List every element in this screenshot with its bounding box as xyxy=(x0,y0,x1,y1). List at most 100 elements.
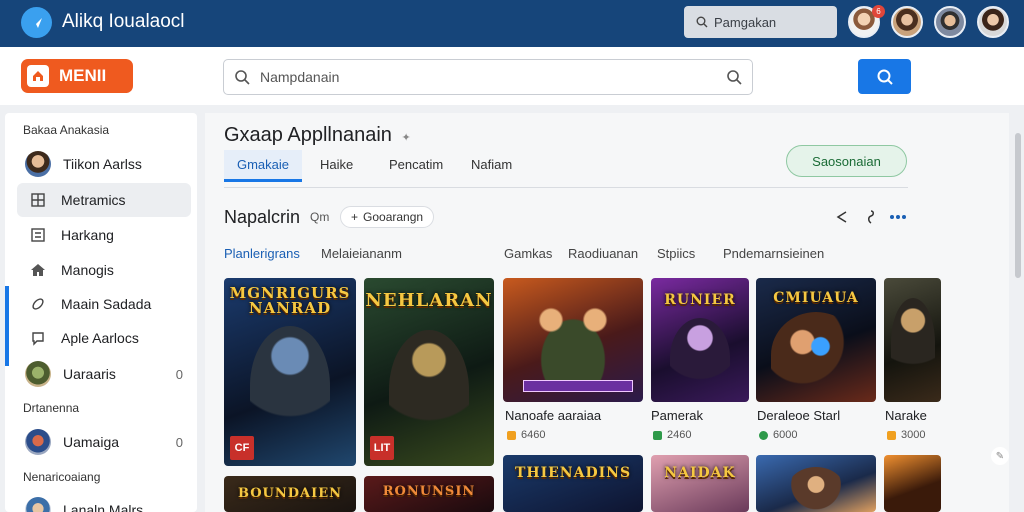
filter-raodiuanan[interactable]: Raodiuanan xyxy=(568,246,638,261)
menu-button[interactable]: MENII xyxy=(21,59,133,93)
game-card[interactable] xyxy=(756,455,876,512)
game-ribbon xyxy=(523,380,633,392)
game-title[interactable]: Narake xyxy=(885,408,927,423)
edit-icon[interactable]: ✎ xyxy=(991,447,1009,465)
game-badge: LIT xyxy=(370,436,394,460)
star-icon xyxy=(887,430,896,440)
header-bar: MENII Nampdanain xyxy=(0,47,1024,105)
game-cover-title: NAIDAK xyxy=(664,465,736,481)
game-rating: 6460 xyxy=(507,429,545,441)
game-card[interactable]: THIENADINS xyxy=(503,455,643,512)
dropdown-icon[interactable]: ✦ xyxy=(401,132,410,144)
sidebar-item-label: Tiikon Aarlss xyxy=(63,156,142,172)
section-title: Napalcrin xyxy=(224,207,301,227)
game-card[interactable] xyxy=(884,278,941,402)
game-card[interactable]: NAIDAK xyxy=(651,455,749,512)
main-search-input[interactable]: Nampdanain xyxy=(223,59,753,95)
top-search-field[interactable]: Pamgakan xyxy=(684,6,837,38)
game-card[interactable]: NEHLARAN LIT xyxy=(364,278,494,466)
sidebar-item-label: Harkang xyxy=(61,227,114,243)
sidebar-item-maain-sadada[interactable]: Maain Sadada xyxy=(17,287,191,321)
suggest-button[interactable]: Saosonaian xyxy=(786,145,907,177)
game-card[interactable] xyxy=(503,278,643,402)
sidebar-item-label: Metramics xyxy=(61,192,126,208)
game-cover-title: NEHLARAN xyxy=(365,290,493,311)
sidebar: Bakaa Anakasia Tiikon Aarlss Metramics H… xyxy=(5,113,197,512)
filter-melaieiananm[interactable]: Melaieiananm xyxy=(321,246,402,261)
filter-gamkas[interactable]: Gamkas xyxy=(504,246,552,261)
game-rating: 6000 xyxy=(759,429,797,441)
tab-haike[interactable]: Haike xyxy=(320,157,353,172)
star-icon xyxy=(653,430,662,440)
game-cover-title: RUNIER xyxy=(664,292,736,308)
sidebar-item-metramics[interactable]: Metramics xyxy=(17,183,191,217)
game-cover-title: RONUNSIN xyxy=(382,484,476,499)
sidebar-item-label: Aple Aarlocs xyxy=(61,330,139,346)
game-art xyxy=(670,318,730,398)
search-placeholder: Nampdanain xyxy=(260,69,340,85)
sidebar-item-label: Lanaln Malrs xyxy=(63,502,144,512)
user-avatar[interactable] xyxy=(977,6,1009,38)
sidebar-item-label: Uaraaris xyxy=(63,366,116,382)
page-title-text: Gxaap Appllnanain xyxy=(224,124,392,146)
user-avatar[interactable] xyxy=(891,6,923,38)
filter-pndemarnsieinen[interactable]: Pndemarnsieinen xyxy=(723,246,824,261)
filter-stpiics[interactable]: Stpiics xyxy=(657,246,695,261)
tabs-divider xyxy=(224,187,908,188)
game-badge: CF xyxy=(230,436,254,460)
sidebar-accent xyxy=(5,286,9,366)
game-rating-value: 2460 xyxy=(667,429,692,441)
sidebar-item-profile[interactable]: Tiikon Aarlss xyxy=(17,147,191,181)
sidebar-item-aple-aarlocs[interactable]: Aple Aarlocs xyxy=(17,321,191,355)
scrollbar[interactable] xyxy=(1015,133,1021,278)
home-icon xyxy=(27,259,49,281)
game-card[interactable] xyxy=(884,455,941,512)
game-rating: 2460 xyxy=(653,429,691,441)
game-rating-value: 6460 xyxy=(521,429,546,441)
game-card[interactable]: BOUNDAIEN xyxy=(224,476,356,512)
search-button[interactable] xyxy=(858,59,911,94)
sidebar-item-lanaln-malrs[interactable]: Lanaln Malrs xyxy=(17,493,191,512)
grid-icon xyxy=(27,189,49,211)
game-card[interactable]: RONUNSIN xyxy=(364,476,494,512)
user-avatar[interactable] xyxy=(934,6,966,38)
notification-badge: 6 xyxy=(872,5,885,18)
chip-label: Gooarangn xyxy=(363,210,424,224)
game-title[interactable]: Pamerak xyxy=(651,408,703,423)
filter-planlerigrans[interactable]: Planlerigrans xyxy=(224,246,300,261)
game-art xyxy=(389,330,469,450)
game-cover-title: CMIUAUA xyxy=(773,290,859,306)
sidebar-item-uaraaris[interactable]: Uaraaris 0 xyxy=(17,357,191,391)
star-icon xyxy=(759,430,768,440)
sidebar-item-label: Manogis xyxy=(61,262,114,278)
game-rating-value: 6000 xyxy=(773,429,798,441)
game-card[interactable]: RUNIER xyxy=(651,278,749,402)
sidebar-heading: Bakaa Anakasia xyxy=(23,123,110,137)
share-icon[interactable] xyxy=(832,207,852,227)
search-icon[interactable] xyxy=(726,69,742,85)
avatar xyxy=(25,151,51,177)
sidebar-item-manogis[interactable]: Manogis xyxy=(17,253,191,287)
app-logo[interactable] xyxy=(21,7,52,38)
sidebar-item-uamaiga[interactable]: Uamaiga 0 xyxy=(17,425,191,459)
sidebar-item-harkang[interactable]: Harkang xyxy=(17,218,191,252)
plus-icon: + xyxy=(351,210,359,224)
tab-pencatim[interactable]: Pencatim xyxy=(389,157,443,172)
game-rating: 3000 xyxy=(887,429,925,441)
filter-chip[interactable]: + Gooarangn xyxy=(340,206,435,228)
item-count: 0 xyxy=(175,434,183,450)
list-icon xyxy=(27,224,49,246)
game-card[interactable]: CMIUAUA xyxy=(756,278,876,402)
game-card[interactable]: MGNRIGURS NANRAD CF xyxy=(224,278,356,466)
more-icon[interactable] xyxy=(888,207,908,227)
bookmark-icon[interactable] xyxy=(861,207,881,227)
sidebar-section-heading: Drtanenna xyxy=(23,401,80,415)
tab-nafiam[interactable]: Nafiam xyxy=(471,157,512,172)
game-title[interactable]: Deraleoe Starl xyxy=(757,408,840,423)
tab-gmakaie[interactable]: Gmakaie xyxy=(224,150,302,182)
game-title[interactable]: Nanoafe aaraiaa xyxy=(505,408,601,423)
sidebar-item-label: Uamaiga xyxy=(63,434,120,450)
search-icon xyxy=(877,69,893,85)
leaf-icon xyxy=(27,293,49,315)
star-icon xyxy=(507,430,516,440)
